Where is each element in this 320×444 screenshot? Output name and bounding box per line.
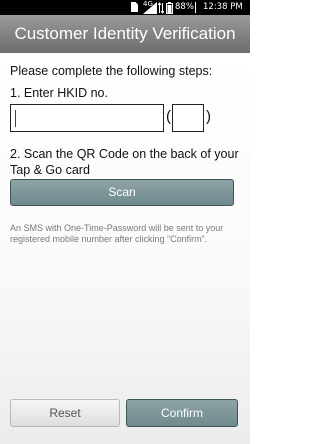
hkid-check-digit-input[interactable] bbox=[172, 104, 204, 132]
hkid-number-input[interactable] bbox=[10, 104, 164, 132]
battery-icon bbox=[166, 0, 173, 15]
hkid-close-paren: ) bbox=[206, 108, 211, 125]
step2-label: 2. Scan the QR Code on the back of your … bbox=[10, 147, 239, 177]
hkid-open-paren: ( bbox=[166, 108, 171, 125]
app-header: Customer Identity Verification bbox=[0, 15, 250, 53]
status-bar: 4G 88% 12:38 PM bbox=[0, 0, 250, 15]
text-cursor bbox=[15, 110, 16, 127]
confirm-button[interactable]: Confirm bbox=[126, 399, 238, 427]
sim-icon bbox=[130, 0, 138, 15]
status-bar-divider bbox=[195, 2, 196, 13]
scan-button[interactable]: Scan bbox=[10, 179, 234, 206]
step1-label: 1. Enter HKID no. bbox=[10, 86, 108, 100]
sms-notice: An SMS with One-Time-Password will be se… bbox=[10, 223, 224, 244]
verification-form: Please complete the following steps: 1. … bbox=[0, 53, 250, 444]
clock: 12:38 PM bbox=[203, 2, 243, 12]
reset-button[interactable]: Reset bbox=[10, 399, 120, 427]
network-arrows-icon bbox=[157, 0, 165, 15]
battery-level: 88% bbox=[175, 2, 194, 12]
signal-icon bbox=[143, 0, 157, 15]
page-title: Customer Identity Verification bbox=[14, 24, 236, 43]
instructions-heading: Please complete the following steps: bbox=[10, 64, 213, 78]
